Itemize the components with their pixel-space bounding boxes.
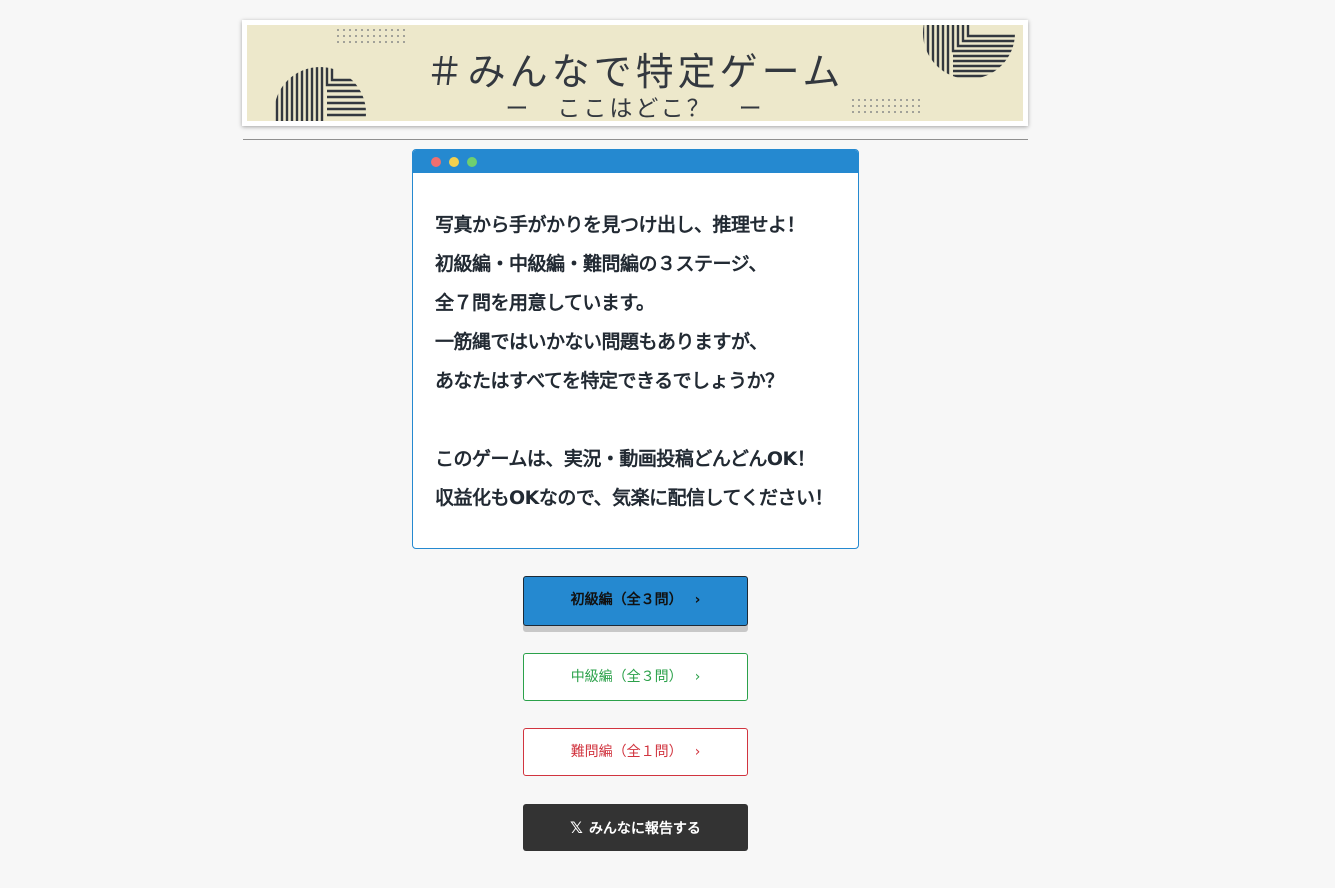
intro-line: 初級編・中級編・難問編の３ステージ、 bbox=[435, 253, 768, 275]
report-button[interactable]: 𝕏 みんなに報告する bbox=[523, 804, 748, 851]
chevron-right-icon: › bbox=[694, 592, 701, 608]
intro-box: 写真から手がかりを見つけ出し、推理せよ！ 初級編・中級編・難問編の３ステージ、 … bbox=[412, 149, 859, 549]
x-logo-icon: 𝕏 bbox=[570, 818, 583, 837]
banner-image: ＃みんなで特定ゲーム ー ここはどこ？ ー bbox=[247, 25, 1023, 121]
intro-line: あなたはすべてを特定できるでしょうか？ bbox=[435, 370, 784, 392]
beginner-button[interactable]: 初級編（全３問） › bbox=[523, 576, 748, 626]
hard-button-label: 難問編（全１問） bbox=[570, 744, 683, 760]
intro-line: 収益化もOKなので、気楽に配信してください！ bbox=[435, 487, 833, 509]
report-button-label: みんなに報告する bbox=[588, 821, 701, 837]
red-dot-icon bbox=[431, 157, 441, 167]
intro-line: 全７問を用意しています。 bbox=[435, 292, 655, 314]
intro-line: 写真から手がかりを見つけ出し、推理せよ！ bbox=[435, 214, 806, 236]
banner-title: ＃みんなで特定ゲーム bbox=[425, 50, 845, 94]
yellow-dot-icon bbox=[449, 157, 459, 167]
window-title-bar bbox=[413, 150, 858, 173]
intermediate-button[interactable]: 中級編（全３問） › bbox=[523, 653, 748, 701]
hard-button[interactable]: 難問編（全１問） › bbox=[523, 728, 748, 776]
divider bbox=[243, 139, 1028, 140]
intro-line: このゲームは、実況・動画投稿どんどんOK！ bbox=[435, 448, 816, 470]
chevron-right-icon: › bbox=[694, 669, 701, 685]
page: ＃みんなで特定ゲーム ー ここはどこ？ ー 写真から手がかりを見つけ出し、推理せ… bbox=[0, 0, 1335, 888]
beginner-button-label: 初級編（全３問） bbox=[570, 592, 683, 608]
intro-text: 写真から手がかりを見つけ出し、推理せよ！ 初級編・中級編・難問編の３ステージ、 … bbox=[435, 206, 845, 518]
banner-subtitle: ー ここはどこ？ ー bbox=[505, 96, 765, 121]
intermediate-button-label: 中級編（全３問） bbox=[570, 669, 683, 685]
header-banner: ＃みんなで特定ゲーム ー ここはどこ？ ー bbox=[242, 20, 1028, 126]
chevron-right-icon: › bbox=[694, 744, 701, 760]
intro-line: 一筋縄ではいかない問題もありますが、 bbox=[435, 331, 768, 353]
green-dot-icon bbox=[467, 157, 477, 167]
